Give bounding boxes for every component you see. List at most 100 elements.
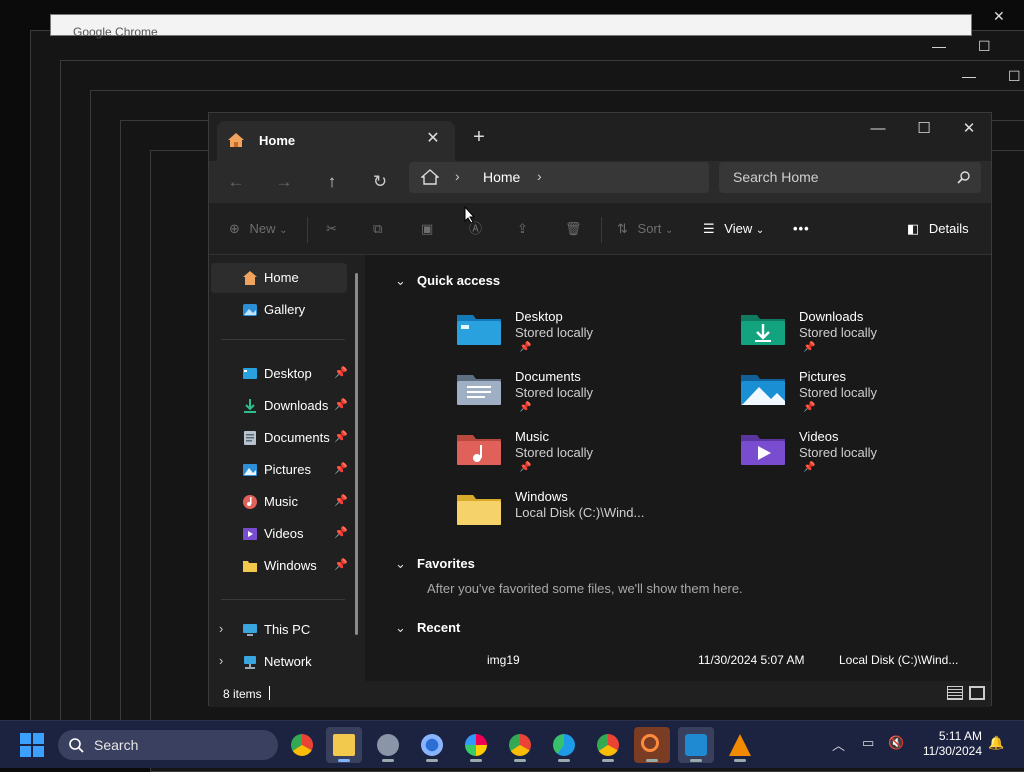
paste-button[interactable]: ▣ xyxy=(421,219,433,239)
quick-access-item[interactable]: Desktop Stored locally 📌 xyxy=(457,309,717,365)
file-location: Local Disk (C:)\Wind... xyxy=(839,653,959,667)
sidebar-item-home[interactable]: Home xyxy=(211,263,347,293)
minimize-button[interactable]: — xyxy=(863,119,893,139)
sidebar-item-videos[interactable]: Videos 📌 xyxy=(211,519,348,549)
background-window-title: Google Chrome xyxy=(73,25,158,39)
sidebar-item-label: Windows xyxy=(264,558,317,573)
back-button[interactable]: ← xyxy=(221,170,251,194)
command-bar: ⊕ New ⌄ ✂ ⧉ ▣ Ⓐ ⇪ 🗑 ⇅ Sort ⌄ ☰ View ⌄ ••… xyxy=(209,203,991,255)
view-button[interactable]: ☰ View ⌄ xyxy=(703,219,764,239)
search-box[interactable]: Search Home xyxy=(719,162,981,193)
item-location: Stored locally xyxy=(799,325,878,340)
sidebar-item-this-pc[interactable]: › This PC xyxy=(211,615,347,645)
magnifier-app-icon[interactable] xyxy=(634,727,670,763)
sort-icon: ⇅ xyxy=(617,221,628,236)
chrome-app-icon[interactable] xyxy=(502,727,538,763)
sidebar-item-pictures[interactable]: Pictures 📌 xyxy=(211,455,348,485)
vscode-app-icon[interactable] xyxy=(678,727,714,763)
details-button[interactable]: ◧ Details xyxy=(907,219,969,239)
music-folder-icon xyxy=(457,431,501,467)
sidebar-item-desktop[interactable]: Desktop 📌 xyxy=(211,359,348,389)
quick-access-item[interactable]: Documents Stored locally 📌 xyxy=(457,369,717,425)
chrome-app-icon[interactable] xyxy=(590,727,626,763)
sidebar-item-gallery[interactable]: Gallery xyxy=(211,295,347,325)
chevron-right-icon[interactable]: › xyxy=(219,653,223,668)
quick-access-item[interactable]: Pictures Stored locally 📌 xyxy=(741,369,1001,425)
recent-header[interactable]: ⌄ Recent xyxy=(395,620,460,636)
system-clock[interactable]: 5:11 AM 11/30/2024 xyxy=(912,729,982,759)
browser-app-icon[interactable] xyxy=(414,727,450,763)
chevron-up-icon[interactable]: ︿ xyxy=(832,735,845,754)
search-input[interactable]: Search xyxy=(94,737,138,753)
background-minimize-icon[interactable]: — xyxy=(932,38,946,54)
quick-access-item[interactable]: Videos Stored locally 📌 xyxy=(741,429,1001,485)
forward-button[interactable]: → xyxy=(269,170,299,194)
tab-close-icon[interactable]: ✕ xyxy=(423,129,443,149)
chevron-down-icon: ⌄ xyxy=(279,225,288,236)
delete-button[interactable]: 🗑 xyxy=(565,219,582,239)
sidebar-scrollbar[interactable] xyxy=(355,273,358,635)
more-options-button[interactable]: ••• xyxy=(793,219,810,239)
quick-access-header[interactable]: ⌄ Quick access xyxy=(395,273,500,289)
close-button[interactable]: ✕ xyxy=(954,119,984,139)
notification-bell-icon[interactable]: 🔔 xyxy=(988,735,1004,751)
search-input[interactable]: Search Home xyxy=(733,169,819,185)
desktop-icon xyxy=(242,366,258,382)
breadcrumb[interactable]: Home xyxy=(483,169,520,185)
downloads-icon xyxy=(242,398,258,414)
tiles-view-icon[interactable] xyxy=(969,686,985,700)
table-row[interactable]: img19 11/30/2024 5:07 AM Local Disk (C:)… xyxy=(367,651,991,671)
copy-button[interactable]: ⧉ xyxy=(373,219,382,239)
paint-app-icon[interactable] xyxy=(458,727,494,763)
running-indicator xyxy=(646,759,658,762)
pin-icon: 📌 xyxy=(519,462,532,473)
background-close-icon[interactable]: ✕ xyxy=(993,8,1005,25)
new-button[interactable]: ⊕ New ⌄ xyxy=(229,219,288,239)
taskbar-search[interactable]: Search xyxy=(58,730,278,760)
cut-button[interactable]: ✂ xyxy=(326,219,337,239)
item-location: Stored locally xyxy=(799,385,878,400)
chevron-right-icon[interactable]: › xyxy=(537,168,542,184)
new-tab-button[interactable]: + xyxy=(467,127,491,147)
up-button[interactable]: ↑ xyxy=(317,170,347,194)
sidebar-item-label: Gallery xyxy=(264,302,306,317)
globe-icon xyxy=(421,734,443,756)
start-button[interactable] xyxy=(20,733,44,760)
videos-icon xyxy=(242,526,258,542)
background-maximize-icon[interactable]: ☐ xyxy=(1008,68,1021,85)
sidebar-item-downloads[interactable]: Downloads 📌 xyxy=(211,391,348,421)
chrome-app-icon[interactable] xyxy=(284,727,320,763)
background-chrome-window[interactable]: Google Chrome xyxy=(50,14,972,39)
sidebar-item-windows[interactable]: Windows 📌 xyxy=(211,551,348,581)
details-view-icon[interactable] xyxy=(947,686,963,700)
favorites-header[interactable]: ⌄ Favorites xyxy=(395,556,475,572)
taskbar: Search ︿ ▭ 🔇 5:11 AM 11/30/2024 🔔 xyxy=(0,720,1024,768)
separator xyxy=(601,217,602,243)
item-name: Pictures xyxy=(799,369,846,384)
edge-app-icon[interactable] xyxy=(546,727,582,763)
quick-access-item[interactable]: Music Stored locally 📌 xyxy=(457,429,717,485)
quick-access-item[interactable]: Windows Local Disk (C:)\Wind... xyxy=(457,489,717,545)
maximize-button[interactable]: ☐ xyxy=(909,119,939,139)
vlc-app-icon[interactable] xyxy=(722,727,758,763)
settings-app-icon[interactable] xyxy=(370,727,406,763)
quick-access-item[interactable]: Downloads Stored locally 📌 xyxy=(741,309,1001,365)
refresh-button[interactable]: ↻ xyxy=(365,170,395,194)
file-explorer-app-icon[interactable] xyxy=(326,727,362,763)
address-bar[interactable]: › Home › xyxy=(409,162,709,193)
sidebar-item-music[interactable]: Music 📌 xyxy=(211,487,348,517)
sidebar-item-network[interactable]: › Network xyxy=(211,647,347,677)
sidebar-item-documents[interactable]: Documents 📌 xyxy=(211,423,348,453)
pin-icon: 📌 xyxy=(334,527,348,539)
background-maximize-icon[interactable]: ☐ xyxy=(978,38,991,55)
item-location: Stored locally xyxy=(515,325,594,340)
volume-icon[interactable]: 🔇 xyxy=(888,735,904,751)
share-button[interactable]: ⇪ xyxy=(517,219,528,239)
network-icon[interactable]: ▭ xyxy=(862,735,874,751)
background-minimize-icon[interactable]: — xyxy=(962,68,976,84)
magnifier-icon xyxy=(641,734,659,752)
clock-date: 11/30/2024 xyxy=(922,744,982,758)
sort-button[interactable]: ⇅ Sort ⌄ xyxy=(617,219,673,239)
chevron-right-icon[interactable]: › xyxy=(219,621,223,636)
tab-home[interactable]: Home ✕ xyxy=(217,121,455,161)
